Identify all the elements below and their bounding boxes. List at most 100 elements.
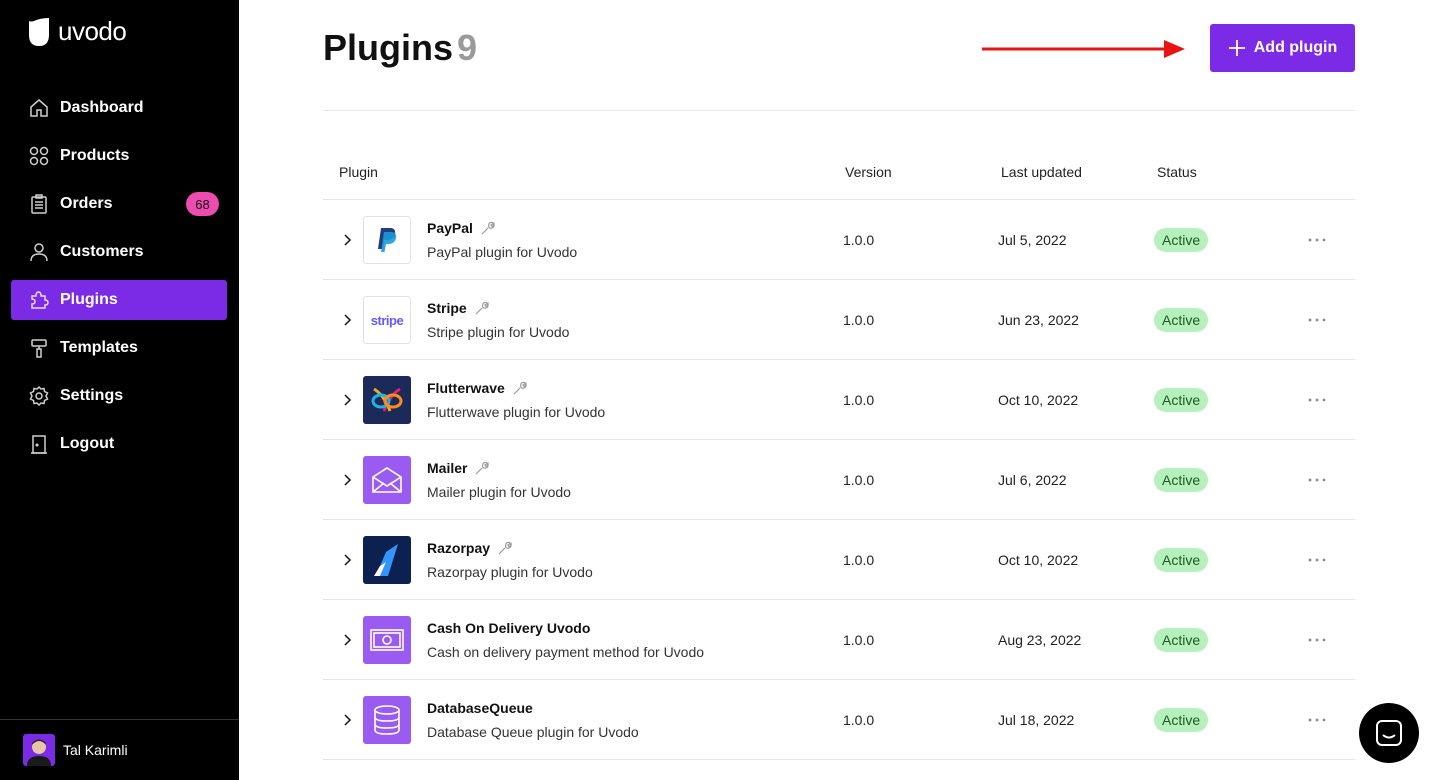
plugin-version: 1.0.0 (843, 312, 875, 328)
chevron-right-icon[interactable] (339, 472, 355, 488)
sidebar-item-label: Logout (60, 435, 115, 452)
more-options-icon[interactable] (1305, 710, 1329, 730)
plugin-last-updated: Jul 18, 2022 (998, 712, 1075, 728)
paypal-logo-icon (363, 216, 411, 264)
plugin-description: Stripe plugin for Uvodo (427, 324, 570, 340)
mailer-logo-icon (363, 456, 411, 504)
more-options-icon[interactable] (1305, 470, 1329, 490)
sidebar: uvodo Dashboard Products Orders 68 Custo… (0, 0, 239, 780)
plugin-description: Flutterwave plugin for Uvodo (427, 404, 606, 420)
plugin-name-text: Flutterwave (427, 380, 505, 396)
door-icon (28, 433, 50, 455)
more-options-icon[interactable] (1305, 390, 1329, 410)
plugin-last-updated: Aug 23, 2022 (998, 632, 1082, 648)
plugin-description: Cash on delivery payment method for Uvod… (427, 644, 705, 660)
sidebar-item-label: Dashboard (60, 99, 144, 116)
wrench-icon[interactable] (513, 381, 527, 395)
plugin-name: DatabaseQueue (427, 700, 533, 716)
plugins-table: Plugin Version Last updated Status PayPa… (323, 144, 1355, 760)
more-options-icon[interactable] (1305, 310, 1329, 330)
table-row[interactable]: Flutterwave Flutterwave plugin for Uvodo… (323, 360, 1355, 440)
column-header-version[interactable]: Version (845, 164, 892, 180)
sidebar-item-settings[interactable]: Settings (11, 376, 227, 416)
add-plugin-label: Add plugin (1253, 39, 1338, 56)
status-badge: Active (1154, 708, 1209, 732)
plugin-name: Mailer (427, 460, 490, 476)
more-options-icon[interactable] (1305, 230, 1329, 250)
plugin-version: 1.0.0 (843, 712, 875, 728)
sidebar-item-templates[interactable]: Templates (11, 328, 227, 368)
chevron-right-icon[interactable] (339, 632, 355, 648)
more-options-icon[interactable] (1305, 630, 1329, 650)
uvodo-logo-icon (29, 17, 49, 46)
sidebar-item-plugins[interactable]: Plugins (11, 280, 227, 320)
plugin-name-text: Stripe (427, 300, 467, 316)
avatar (23, 734, 55, 766)
more-options-icon[interactable] (1305, 550, 1329, 570)
table-header: Plugin Version Last updated Status (323, 144, 1355, 200)
status-badge: Active (1154, 388, 1209, 412)
plugin-version: 1.0.0 (843, 232, 875, 248)
column-header-plugin[interactable]: Plugin (339, 164, 378, 180)
chevron-right-icon[interactable] (339, 232, 355, 248)
sidebar-nav: Dashboard Products Orders 68 Customers P… (11, 88, 227, 472)
plugin-name: Stripe (427, 300, 489, 316)
column-header-last-updated[interactable]: Last updated (1001, 164, 1082, 180)
sidebar-item-label: Customers (60, 243, 144, 260)
red-arrow-annotation (982, 40, 1185, 58)
plugin-description: Razorpay plugin for Uvodo (427, 564, 593, 580)
gear-icon (28, 385, 50, 407)
plugin-description: Mailer plugin for Uvodo (427, 484, 571, 500)
user-profile[interactable]: Tal Karimli (0, 719, 239, 780)
paint-roller-icon (28, 337, 50, 359)
chevron-right-icon[interactable] (339, 712, 355, 728)
sidebar-item-label: Settings (60, 387, 124, 404)
header-divider (323, 110, 1355, 111)
column-header-status[interactable]: Status (1157, 164, 1197, 180)
sidebar-item-label: Products (60, 147, 130, 164)
plugin-name-text: Mailer (427, 460, 468, 476)
table-row[interactable]: PayPal PayPal plugin for Uvodo 1.0.0 Jul… (323, 200, 1355, 280)
plugin-description: PayPal plugin for Uvodo (427, 244, 578, 260)
page-title-text: Plugins (323, 27, 454, 68)
brand-logo[interactable]: uvodo (28, 16, 127, 47)
plugin-version: 1.0.0 (843, 632, 875, 648)
plugin-name: Razorpay (427, 540, 512, 556)
user-icon (28, 241, 50, 263)
sidebar-item-customers[interactable]: Customers (11, 232, 227, 272)
cash-logo-icon (363, 616, 411, 664)
table-row[interactable]: Razorpay Razorpay plugin for Uvodo 1.0.0… (323, 520, 1355, 600)
table-row[interactable]: DatabaseQueue Database Queue plugin for … (323, 680, 1355, 760)
razorpay-logo-icon (363, 536, 411, 584)
status-badge: Active (1154, 468, 1209, 492)
plugin-name-text: PayPal (427, 220, 473, 236)
chevron-right-icon[interactable] (339, 392, 355, 408)
plugin-name-text: Razorpay (427, 540, 491, 556)
wrench-icon[interactable] (481, 221, 495, 235)
plugin-last-updated: Jun 23, 2022 (998, 312, 1079, 328)
sidebar-item-logout[interactable]: Logout (11, 424, 227, 464)
sidebar-item-dashboard[interactable]: Dashboard (11, 88, 227, 128)
table-row[interactable]: Cash On Delivery Uvodo Cash on delivery … (323, 600, 1355, 680)
sidebar-item-label: Plugins (60, 291, 118, 308)
table-row[interactable]: stripe Stripe Stripe plugin for Uvodo 1.… (323, 280, 1355, 360)
wrench-icon[interactable] (498, 541, 512, 555)
status-badge: Active (1154, 228, 1209, 252)
plugin-name: PayPal (427, 220, 495, 236)
status-badge: Active (1154, 628, 1209, 652)
wrench-icon[interactable] (475, 461, 490, 475)
wrench-icon[interactable] (475, 301, 489, 315)
plugin-last-updated: Jul 6, 2022 (998, 472, 1067, 488)
chevron-right-icon[interactable] (339, 312, 355, 328)
sidebar-item-orders[interactable]: Orders 68 (11, 184, 227, 224)
sidebar-item-label: Templates (60, 339, 138, 356)
orders-count-badge: 68 (186, 192, 219, 216)
user-name: Tal Karimli (63, 742, 128, 758)
sidebar-item-products[interactable]: Products (11, 136, 227, 176)
flutterwave-logo-icon (363, 376, 411, 424)
stripe-logo-icon: stripe (363, 296, 411, 344)
table-row[interactable]: Mailer Mailer plugin for Uvodo 1.0.0 Jul… (323, 440, 1355, 520)
add-plugin-button[interactable]: Add plugin (1210, 24, 1355, 72)
chevron-right-icon[interactable] (339, 552, 355, 568)
chat-support-button[interactable] (1359, 703, 1419, 763)
